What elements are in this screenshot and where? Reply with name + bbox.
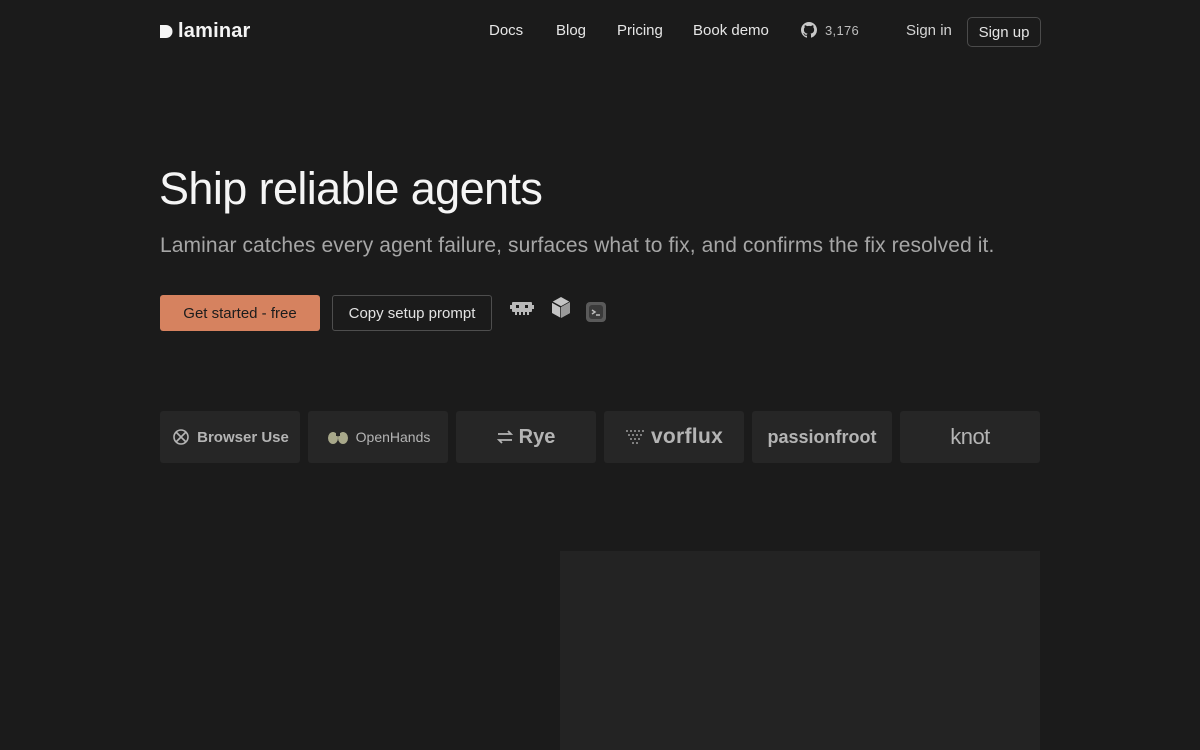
github-icon (801, 22, 817, 38)
product-preview-panel (560, 551, 1040, 750)
browser-use-icon (173, 429, 189, 445)
terminal-icon[interactable] (584, 300, 608, 324)
customer-name: Rye (518, 425, 556, 448)
customer-logo-passionfroot: passionfroot (752, 411, 892, 463)
customer-name: knot (950, 424, 990, 449)
top-nav: laminar Docs Blog Pricing Book demo 3,17… (0, 0, 1200, 64)
openhands-icon (327, 431, 348, 444)
customer-logo-openhands: OpenHands (308, 411, 448, 463)
customer-logos: Browser Use OpenHands Rye vorflux passio… (160, 411, 1040, 463)
laminar-logo-icon (160, 24, 173, 38)
hero-title: Ship reliable agents (159, 163, 543, 214)
agent-bot-icon[interactable] (510, 296, 534, 320)
nav-link-blog[interactable]: Blog (556, 22, 586, 39)
logo-text: laminar (178, 19, 251, 42)
customer-logo-rye: Rye (456, 411, 596, 463)
hero-subtitle: Laminar catches every agent failure, sur… (160, 234, 995, 257)
github-stars-link[interactable]: 3,176 (801, 22, 859, 38)
customer-name: Browser Use (197, 428, 289, 446)
customer-logo-knot: knot (900, 411, 1040, 463)
sign-up-button[interactable]: Sign up (967, 17, 1041, 47)
nav-link-pricing[interactable]: Pricing (617, 22, 663, 39)
customer-name: OpenHands (355, 429, 431, 445)
customer-name: passionfroot (767, 426, 877, 447)
customer-name: vorflux (650, 425, 724, 448)
customer-logo-vorflux: vorflux (604, 411, 744, 463)
cube-icon[interactable] (549, 296, 573, 320)
nav-link-docs[interactable]: Docs (489, 22, 523, 39)
vorflux-icon (625, 430, 644, 444)
rye-arrows-icon (496, 430, 513, 444)
get-started-button[interactable]: Get started - free (160, 295, 320, 331)
laminar-logo[interactable]: laminar (160, 19, 251, 43)
copy-setup-prompt-button[interactable]: Copy setup prompt (332, 295, 492, 331)
sign-in-link[interactable]: Sign in (906, 22, 952, 39)
nav-link-book-demo[interactable]: Book demo (693, 22, 769, 39)
github-star-count: 3,176 (825, 22, 860, 38)
customer-logo-browser-use: Browser Use (160, 411, 300, 463)
